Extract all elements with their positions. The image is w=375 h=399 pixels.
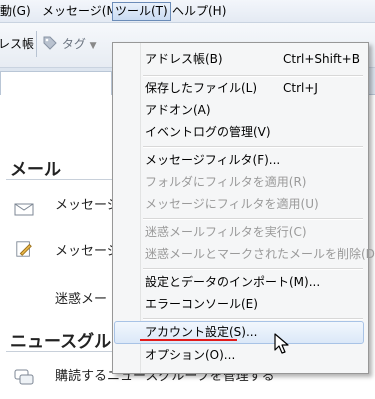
write-message-icon <box>16 241 32 257</box>
junk-settings-link[interactable]: 迷惑メー <box>55 288 107 307</box>
tools-menu: アドレス帳(B) Ctrl+Shift+B 保存したファイル(L) Ctrl+J ア… <box>112 42 375 374</box>
tag-label: タグ <box>61 37 86 51</box>
menu-item-import[interactable]: 設定とデータのインポート(M)... <box>115 271 364 293</box>
menu-item-label: 保存したファイル(L) <box>145 81 258 95</box>
menu-separator <box>143 268 363 270</box>
menu-item-options[interactable]: オプション(O)... <box>115 344 364 366</box>
menu-item-label: 迷惑メールとマークされたメールを削除(D) <box>145 247 375 261</box>
menu-separator <box>143 318 363 320</box>
mail-header: メール <box>10 160 61 180</box>
menu-item-apply-filters-folder[interactable]: フォルダにフィルタを適用(R) <box>115 171 364 193</box>
menu-item-run-junk-filter[interactable]: 迷惑メールフィルタを実行(C) <box>115 221 364 243</box>
write-message-link[interactable]: メッセージ <box>55 240 120 259</box>
tag-icon <box>43 36 57 50</box>
menu-item-accel: Ctrl+Shift+B <box>283 52 360 66</box>
menu-separator <box>143 146 363 148</box>
menu-item-apply-filters-message[interactable]: メッセージにフィルタを適用(U) <box>115 193 364 215</box>
menu-item-event-log[interactable]: イベントログの管理(V) <box>115 121 364 143</box>
menu-tools[interactable]: ツール(T) <box>112 2 171 21</box>
tag-button[interactable]: タグ ▼ <box>42 35 97 53</box>
menu-item-address-book[interactable]: アドレス帳(B) Ctrl+Shift+B <box>115 48 364 70</box>
menu-item-label: アドレス帳(B) <box>145 52 223 66</box>
address-book-button[interactable]: レス帳 <box>0 35 34 53</box>
menu-item-label: メッセージフィルタ(F)... <box>145 153 281 167</box>
menu-item-label: メッセージにフィルタを適用(U) <box>145 197 319 211</box>
read-messages-icon <box>14 203 34 216</box>
newsgroup-icon <box>14 369 34 385</box>
menu-help[interactable]: ヘルプ(H) <box>170 3 228 20</box>
menu-message[interactable]: メッセージ(M) <box>40 3 123 20</box>
menu-item-saved-files[interactable]: 保存したファイル(L) Ctrl+J <box>115 77 364 99</box>
menu-bar: 動(G) メッセージ(M) ツール(T) ヘルプ(H) <box>0 0 375 23</box>
menu-item-error-console[interactable]: エラーコンソール(E) <box>115 293 364 315</box>
menu-item-label: アドオン(A) <box>145 103 211 117</box>
menu-item-label: イベントログの管理(V) <box>145 125 271 139</box>
menu-item-label: エラーコンソール(E) <box>145 297 258 311</box>
menu-go[interactable]: 動(G) <box>0 3 33 20</box>
menu-item-addons[interactable]: アドオン(A) <box>115 99 364 121</box>
menu-separator <box>143 218 363 220</box>
chevron-down-icon: ▼ <box>89 41 97 51</box>
toolbar-separator <box>36 31 37 57</box>
red-underline-annotation <box>140 339 237 341</box>
mouse-pointer-icon <box>274 333 289 354</box>
menu-item-message-filters[interactable]: メッセージフィルタ(F)... <box>115 149 364 171</box>
menu-item-label: フォルダにフィルタを適用(R) <box>145 175 307 189</box>
read-messages-link[interactable]: メッセージ <box>55 194 120 213</box>
menu-item-delete-junk[interactable]: 迷惑メールとマークされたメールを削除(D) <box>115 243 375 265</box>
menu-item-accel: Ctrl+J <box>283 81 318 95</box>
tab-account-central[interactable] <box>0 71 112 95</box>
newsgroups-header: ニュースグル <box>10 332 112 352</box>
menu-item-label: 迷惑メールフィルタを実行(C) <box>145 225 307 239</box>
menu-item-label: 設定とデータのインポート(M)... <box>145 275 321 289</box>
menu-item-label: オプション(O)... <box>145 348 236 362</box>
